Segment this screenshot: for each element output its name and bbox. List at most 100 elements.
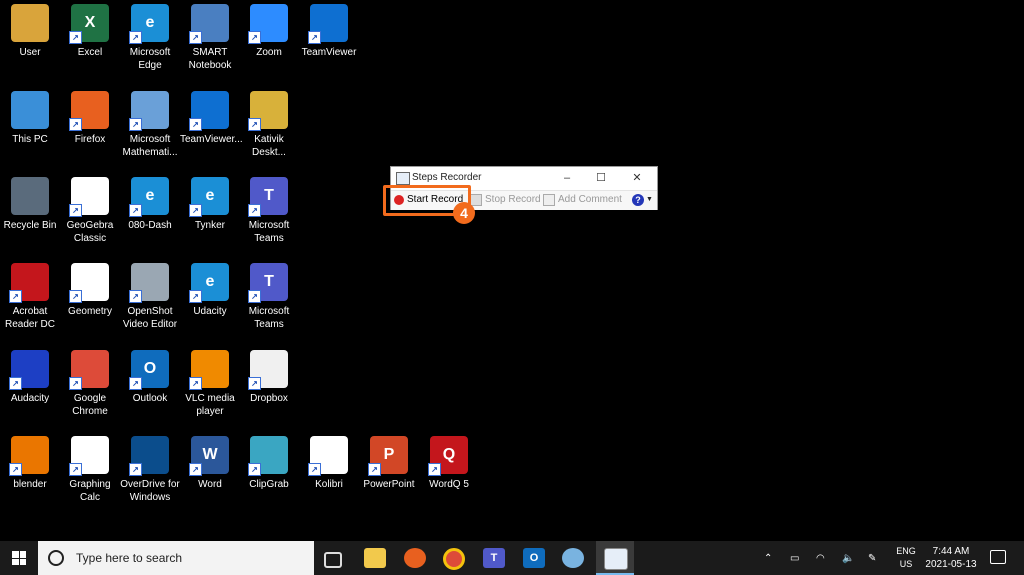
- app-icon: P ↗: [368, 436, 408, 476]
- desktop-icon[interactable]: ↗ TeamViewer: [299, 2, 359, 59]
- desktop-icon[interactable]: ↗ Kolibri: [299, 434, 359, 491]
- desktop-icon[interactable]: e ↗ Tynker: [180, 175, 240, 232]
- firefox-icon[interactable]: [404, 548, 426, 568]
- shortcut-arrow-icon: ↗: [189, 377, 202, 390]
- app-icon: W ↗: [189, 436, 229, 476]
- stop-record-button[interactable]: Stop Record: [470, 193, 541, 207]
- desktop-icon[interactable]: User: [0, 2, 60, 59]
- desktop-icon[interactable]: ↗ Graphing Calc: [60, 434, 120, 504]
- desktop-icon[interactable]: ↗ OpenShot Video Editor: [120, 261, 180, 331]
- clock[interactable]: 7:44 AM 2021-05-13: [922, 545, 980, 571]
- desktop-icon-label: Graphing Calc: [69, 479, 111, 503]
- app-icon: ↗: [129, 436, 169, 476]
- task-view-icon[interactable]: [324, 552, 342, 568]
- shortcut-arrow-icon: ↗: [129, 377, 142, 390]
- desktop-icon[interactable]: T ↗ Microsoft Teams: [239, 261, 299, 331]
- shortcut-arrow-icon: ↗: [248, 31, 261, 44]
- maximize-button[interactable]: ☐: [587, 169, 615, 187]
- paint-icon[interactable]: [562, 548, 584, 568]
- app-icon: ↗: [248, 350, 288, 390]
- desktop-icon[interactable]: ↗ Dropbox: [239, 348, 299, 405]
- desktop-icon[interactable]: O ↗ Outlook: [120, 348, 180, 405]
- desktop-icon[interactable]: e ↗ Microsoft Edge: [120, 2, 180, 72]
- desktop-icon[interactable]: ↗ Zoom: [239, 2, 299, 59]
- shortcut-arrow-icon: ↗: [129, 118, 142, 131]
- desktop-icon[interactable]: W ↗ Word: [180, 434, 240, 491]
- pen-icon[interactable]: ✎: [868, 541, 876, 575]
- help-icon[interactable]: ?: [632, 194, 644, 206]
- desktop-icon[interactable]: ↗ VLC media player: [180, 348, 240, 418]
- app-icon-glyph: P: [383, 446, 395, 463]
- battery-icon[interactable]: ▭: [790, 541, 799, 575]
- start-button[interactable]: [0, 541, 38, 575]
- shortcut-arrow-icon: ↗: [308, 31, 321, 44]
- minimize-button[interactable]: –: [553, 169, 581, 187]
- add-comment-button[interactable]: Add Comment: [543, 193, 622, 207]
- teams-icon[interactable]: T: [483, 548, 505, 568]
- desktop-icon[interactable]: e ↗ 080-Dash: [120, 175, 180, 232]
- desktop-icon-label: Acrobat Reader DC: [4, 306, 56, 330]
- shortcut-arrow-icon: ↗: [129, 204, 142, 217]
- wifi-icon[interactable]: ◠: [816, 541, 825, 575]
- desktop-icon[interactable]: ↗ Geometry: [60, 261, 120, 318]
- steps-recorder-app-icon: [396, 172, 410, 185]
- app-icon: [11, 4, 49, 42]
- steps-recorder-taskbar-button[interactable]: [596, 541, 634, 575]
- outlook-icon[interactable]: O: [523, 548, 545, 568]
- desktop-icon[interactable]: This PC: [0, 89, 60, 146]
- desktop-icon[interactable]: T ↗ Microsoft Teams: [239, 175, 299, 245]
- app-icon: O ↗: [129, 350, 169, 390]
- file-explorer-icon[interactable]: [364, 548, 386, 568]
- app-icon-glyph: e: [145, 187, 155, 204]
- desktop-icon-label: Kolibri: [315, 479, 343, 490]
- chevron-down-icon[interactable]: ▼: [646, 196, 653, 203]
- app-icon: ↗: [69, 177, 109, 217]
- desktop-icon[interactable]: ↗ Audacity: [0, 348, 60, 405]
- notification-icon[interactable]: [990, 550, 1006, 564]
- close-button[interactable]: ✕: [623, 169, 651, 187]
- desktop-icon-label: Firefox: [74, 134, 106, 145]
- app-icon-glyph: O: [143, 360, 157, 377]
- shortcut-arrow-icon: ↗: [189, 204, 202, 217]
- app-icon-glyph: e: [145, 14, 155, 31]
- app-icon: ↗: [189, 350, 229, 390]
- desktop-icon[interactable]: ↗ GeoGebra Classic: [60, 175, 120, 245]
- chrome-icon[interactable]: [443, 548, 465, 570]
- desktop-icon[interactable]: ↗ Firefox: [60, 89, 120, 146]
- desktop-icon[interactable]: Recycle Bin: [0, 175, 60, 232]
- app-icon: ↗: [308, 4, 348, 44]
- desktop-icon[interactable]: ↗ ClipGrab: [239, 434, 299, 491]
- desktop-icon[interactable]: P ↗ PowerPoint: [359, 434, 419, 491]
- app-icon: ↗: [9, 436, 49, 476]
- desktop-icon-label: Microsoft Edge: [129, 47, 171, 71]
- app-icon: ↗: [308, 436, 348, 476]
- desktop-icon[interactable]: ↗ SMART Notebook: [180, 2, 240, 72]
- desktop-icon-label: ClipGrab: [249, 479, 289, 490]
- shortcut-arrow-icon: ↗: [248, 290, 261, 303]
- desktop-icon[interactable]: ↗ Kativik Deskt...: [239, 89, 299, 159]
- desktop-icon[interactable]: ↗ Acrobat Reader DC: [0, 261, 60, 331]
- desktop-icon[interactable]: ↗ Google Chrome: [60, 348, 120, 418]
- desktop-icon[interactable]: ↗ blender: [0, 434, 60, 491]
- desktop-icon-label: Recycle Bin: [3, 220, 57, 231]
- app-icon: e ↗: [129, 4, 169, 44]
- app-icon: ↗: [248, 4, 288, 44]
- shortcut-arrow-icon: ↗: [69, 377, 82, 390]
- desktop-icon[interactable]: ↗ OverDrive for Windows: [120, 434, 180, 504]
- show-hidden-icons-chevron-icon[interactable]: ⌃: [764, 541, 772, 575]
- desktop-icon[interactable]: Q ↗ WordQ 5: [419, 434, 479, 491]
- language-indicator[interactable]: ENG US: [892, 545, 920, 571]
- app-icon: X ↗: [69, 4, 109, 44]
- desktop-icon[interactable]: ↗ TeamViewer...: [180, 89, 243, 146]
- search-box[interactable]: Type here to search: [38, 541, 314, 575]
- desktop-icon-label: TeamViewer...: [180, 134, 243, 145]
- app-icon: ↗: [69, 263, 109, 303]
- desktop-icon[interactable]: X ↗ Excel: [60, 2, 120, 59]
- desktop-icon-label: User: [19, 47, 41, 58]
- desktop-icon[interactable]: e ↗ Udacity: [180, 261, 240, 318]
- desktop-icon-label: VLC media player: [185, 393, 235, 417]
- volume-icon[interactable]: 🔈: [842, 541, 854, 575]
- desktop-icon[interactable]: ↗ Microsoft Mathemati...: [120, 89, 180, 159]
- comment-icon: [543, 194, 555, 206]
- shortcut-arrow-icon: ↗: [368, 463, 381, 476]
